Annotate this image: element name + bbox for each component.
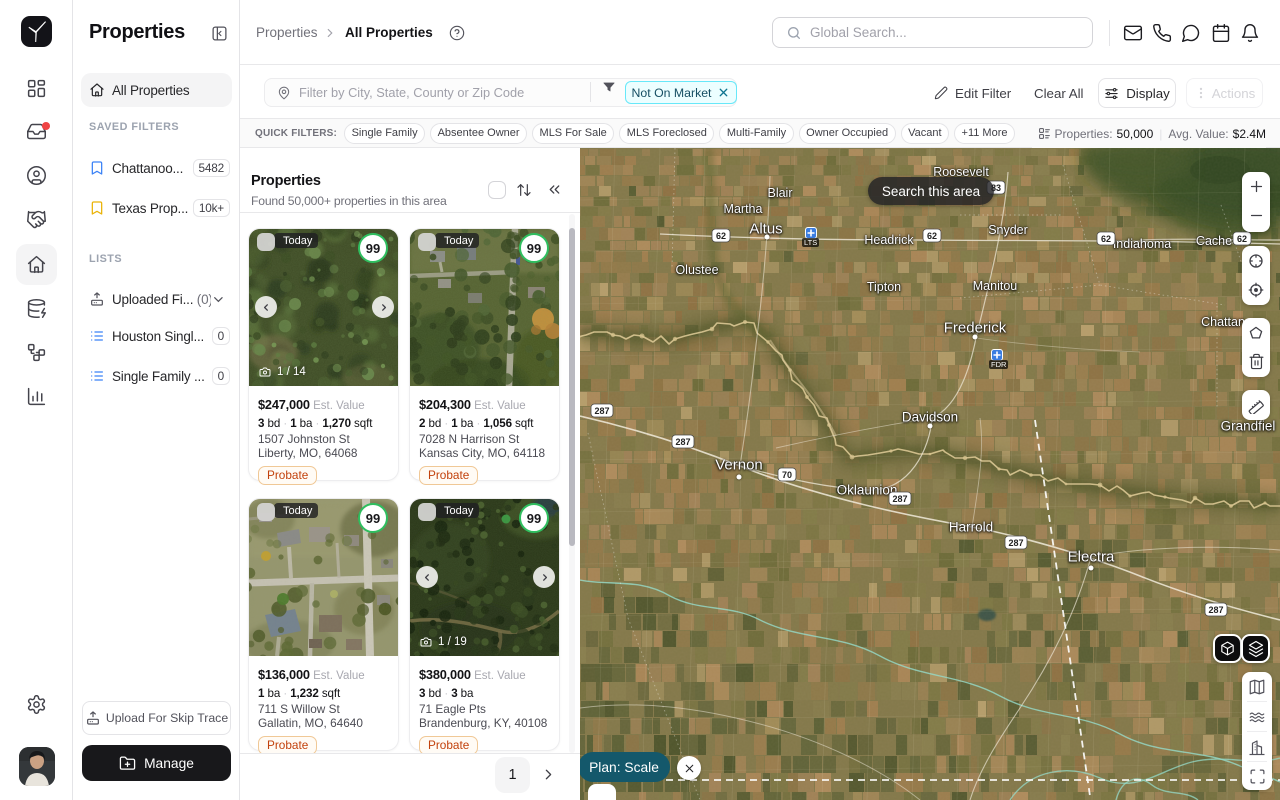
svg-text:62: 62 [927,231,937,241]
svg-text:287: 287 [892,494,907,504]
svg-text:287: 287 [594,406,609,416]
svg-text:62: 62 [716,231,726,241]
svg-text:287: 287 [675,437,690,447]
svg-text:70: 70 [782,470,792,480]
svg-text:287: 287 [1208,605,1223,615]
svg-text:62: 62 [1101,234,1111,244]
svg-text:62: 62 [1237,234,1247,244]
svg-text:287: 287 [1008,538,1023,548]
